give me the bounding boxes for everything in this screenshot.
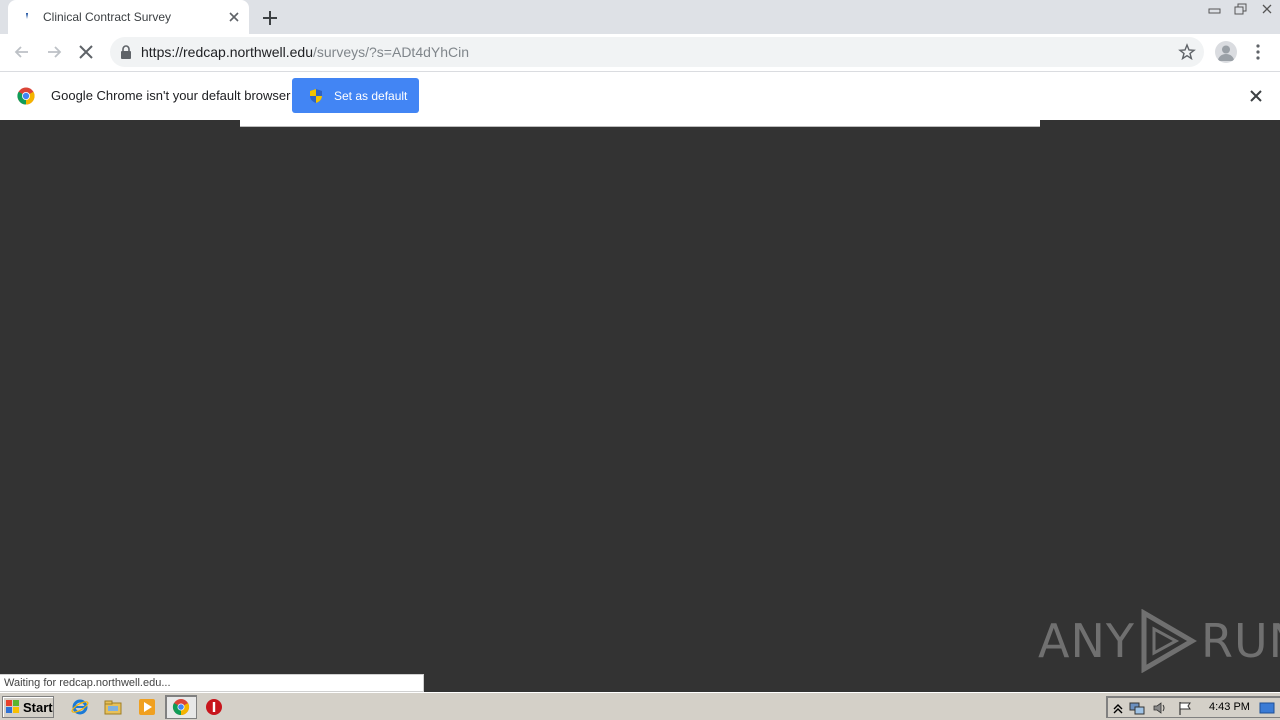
play-triangle-icon <box>1141 609 1197 673</box>
start-button[interactable]: Start <box>2 696 54 718</box>
system-tray <box>1106 696 1280 718</box>
restore-button[interactable] <box>1228 0 1254 18</box>
internet-explorer-icon[interactable] <box>71 698 89 716</box>
set-as-default-label: Set as default <box>334 88 408 103</box>
infobar-close-icon[interactable] <box>1249 89 1263 103</box>
chrome-taskbar-icon <box>172 699 190 716</box>
watermark-left-text: ANY <box>1038 614 1135 668</box>
url-host: https://redcap.northwell.edu <box>141 44 313 60</box>
show-desktop-icon[interactable] <box>1259 700 1275 716</box>
tab-strip: Clinical Contract Survey <box>0 0 1280 34</box>
forward-arrow-icon[interactable] <box>44 42 64 62</box>
watermark-right-text: RUN <box>1200 614 1280 668</box>
anyrun-watermark: ANY RUN <box>1038 608 1280 674</box>
chrome-logo-icon <box>17 87 35 105</box>
action-center-flag-icon[interactable] <box>1177 700 1193 716</box>
window-controls <box>1202 0 1280 18</box>
back-arrow-icon[interactable] <box>12 42 32 62</box>
windows-taskbar: Start 4:43 PM <box>0 692 1280 720</box>
address-bar[interactable]: https://redcap.northwell.edu/surveys/?s=… <box>110 37 1204 67</box>
taskbar-clock[interactable]: 4:43 PM <box>1209 701 1250 713</box>
file-explorer-icon[interactable] <box>104 698 122 716</box>
url-path: /surveys/?s=ADt4dYhCin <box>313 44 470 60</box>
default-browser-infobar: Google Chrome isn't your default browser… <box>0 71 1280 120</box>
infobar-message: Google Chrome isn't your default browser <box>51 88 291 103</box>
kebab-menu-icon[interactable] <box>1250 42 1266 62</box>
start-label: Start <box>23 699 53 715</box>
close-window-icon <box>1262 4 1272 14</box>
network-icon[interactable] <box>1129 700 1145 716</box>
url-text: https://redcap.northwell.edu/surveys/?s=… <box>141 44 469 60</box>
avatar-silhouette <box>1218 45 1234 61</box>
close-window-button[interactable] <box>1254 0 1280 18</box>
windows-flag-icon <box>6 700 19 713</box>
uac-shield-icon <box>310 88 322 103</box>
tab-clinical-contract-survey[interactable]: Clinical Contract Survey <box>8 0 249 34</box>
stop-sign-app-icon[interactable] <box>205 698 223 716</box>
minimize-button[interactable] <box>1202 0 1228 18</box>
new-tab-plus-icon[interactable] <box>260 8 280 28</box>
show-hidden-icons-icon[interactable] <box>1110 700 1126 716</box>
media-player-icon[interactable] <box>138 698 156 716</box>
redcap-favicon-icon <box>26 13 28 19</box>
profile-avatar-icon[interactable] <box>1215 41 1237 63</box>
page-content-strip <box>240 120 1040 127</box>
tab-close-icon[interactable] <box>227 10 241 24</box>
lock-icon <box>121 45 131 59</box>
browser-toolbar: https://redcap.northwell.edu/surveys/?s=… <box>0 34 1280 71</box>
volume-icon[interactable] <box>1152 700 1168 716</box>
tab-title: Clinical Contract Survey <box>43 10 172 24</box>
stop-loading-icon[interactable] <box>76 42 96 62</box>
chrome-taskbar-button[interactable] <box>165 695 197 719</box>
status-bubble: Waiting for redcap.northwell.edu... <box>0 674 424 692</box>
restore-icon <box>1234 3 1247 15</box>
minimize-icon <box>1208 8 1221 14</box>
bookmark-star-icon[interactable] <box>1178 43 1196 61</box>
set-as-default-button[interactable]: Set as default <box>292 78 419 113</box>
